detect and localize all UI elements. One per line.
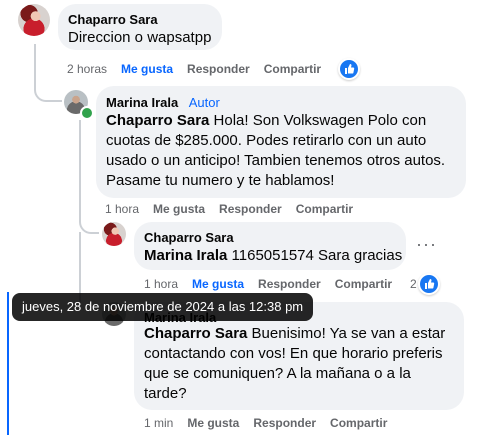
avatar[interactable] bbox=[102, 222, 126, 246]
share-button[interactable]: Compartir bbox=[335, 277, 392, 291]
thumbs-up-icon[interactable] bbox=[338, 58, 360, 80]
comment-author[interactable]: Marina Irala bbox=[106, 95, 178, 110]
online-status-indicator bbox=[80, 106, 94, 120]
thread-line-main bbox=[34, 44, 62, 102]
more-options-icon[interactable]: ··· bbox=[416, 234, 437, 255]
comment-time[interactable]: 1 min bbox=[144, 416, 173, 430]
reply-button[interactable]: Responder bbox=[187, 62, 250, 76]
comment-actions: 2 horas Me gusta Responder Compartir bbox=[67, 62, 335, 76]
thumbs-up-icon[interactable] bbox=[418, 273, 440, 295]
like-button[interactable]: Me gusta bbox=[187, 416, 239, 430]
comment-bubble: Chaparro Sara Marina Irala 1165051574 Sa… bbox=[134, 222, 406, 270]
share-button[interactable]: Compartir bbox=[264, 62, 321, 76]
avatar[interactable] bbox=[18, 4, 50, 36]
comment-time[interactable]: 1 hora bbox=[105, 202, 139, 216]
comment-actions: 1 hora Me gusta Responder Compartir bbox=[144, 277, 406, 291]
reply-button[interactable]: Responder bbox=[219, 202, 282, 216]
comment-text: Chaparro Sara Hola! Son Volkswagen Polo … bbox=[106, 111, 458, 191]
mention[interactable]: Marina Irala bbox=[144, 247, 227, 264]
mention[interactable]: Chaparro Sara bbox=[144, 325, 247, 342]
comment-author[interactable]: Chaparro Sara bbox=[68, 12, 158, 27]
reply-button[interactable]: Responder bbox=[258, 277, 321, 291]
mention[interactable]: Chaparro Sara bbox=[106, 112, 209, 129]
comment-bubble: Chaparro Sara Direccion o wapsatpp bbox=[58, 4, 222, 50]
reply-button[interactable]: Responder bbox=[253, 416, 316, 430]
comment-time[interactable]: 1 hora bbox=[144, 277, 178, 291]
comment-text: Direccion o wapsatpp bbox=[68, 29, 212, 46]
comment-actions: 1 min Me gusta Responder Compartir bbox=[144, 416, 401, 430]
like-button[interactable]: Me gusta bbox=[121, 62, 173, 76]
comment-text: Chaparro Sara Buenisimo! Ya se van a est… bbox=[144, 324, 456, 404]
reaction-count[interactable]: 2 bbox=[410, 277, 417, 291]
comment-author[interactable]: Chaparro Sara bbox=[144, 230, 234, 245]
comment-header: Marina Irala Autor bbox=[106, 94, 220, 112]
like-button[interactable]: Me gusta bbox=[192, 277, 244, 291]
like-button[interactable]: Me gusta bbox=[153, 202, 205, 216]
comment-body: 1165051574 Sara gracias bbox=[227, 247, 403, 264]
comment-text: Marina Irala 1165051574 Sara gracias bbox=[144, 246, 402, 266]
share-button[interactable]: Compartir bbox=[296, 202, 353, 216]
comment-bubble: Marina Irala Autor Chaparro Sara Hola! S… bbox=[96, 86, 466, 198]
thread-line-active bbox=[7, 292, 9, 435]
share-button[interactable]: Compartir bbox=[330, 416, 387, 430]
author-badge: Autor bbox=[188, 95, 220, 110]
timestamp-tooltip: jueves, 28 de noviembre de 2024 a las 12… bbox=[12, 293, 314, 321]
comment-actions: 1 hora Me gusta Responder Compartir bbox=[105, 202, 367, 216]
thread-line-reply-2 bbox=[79, 232, 81, 302]
comment-time[interactable]: 2 horas bbox=[67, 62, 107, 76]
